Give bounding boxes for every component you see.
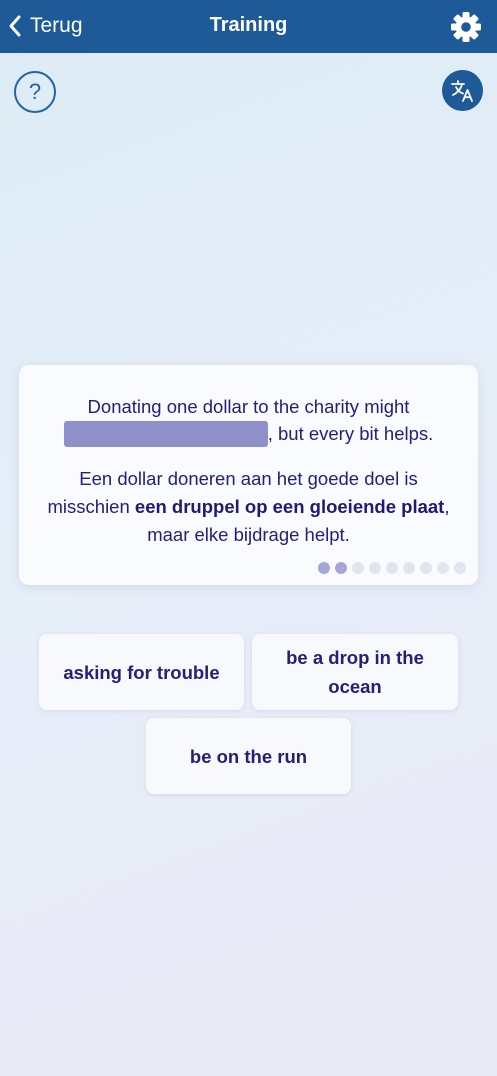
translation-idiom: een druppel op een gloeiende plaat [134, 496, 445, 517]
progress-dot [403, 562, 415, 574]
translate-icon [450, 79, 473, 102]
answer-option[interactable]: asking for trouble [39, 634, 244, 710]
exercise-sentence: Donating one dollar to the charity might… [39, 393, 458, 447]
question-icon: ? [28, 79, 42, 104]
progress-dot [437, 562, 449, 574]
answer-option-label: be on the run [189, 745, 308, 767]
progress-dot [386, 562, 398, 574]
progress-dot [352, 562, 364, 574]
progress-dot [420, 562, 432, 574]
translate-button[interactable] [442, 70, 483, 111]
page-title: Training [209, 14, 288, 36]
sentence-after-blank: , but every bit helps. [267, 423, 434, 444]
answer-option-label: be a drop in the ocean [286, 647, 424, 697]
answer-option-label: asking for trouble [63, 661, 220, 683]
sentence-before-blank: Donating one dollar to the charity might [87, 396, 410, 417]
translation-sentence: Een dollar doneren aan het goede doel is… [45, 465, 452, 549]
progress-dot [318, 562, 330, 574]
top-bar: Terug Training [0, 0, 497, 53]
progress-dot [454, 562, 466, 574]
answer-option[interactable]: be a drop in the ocean [252, 634, 458, 710]
answer-option[interactable]: be on the run [146, 718, 351, 794]
progress-dot [335, 562, 347, 574]
help-button[interactable]: ? [14, 71, 56, 113]
progress-dots [318, 562, 466, 574]
exercise-card: Donating one dollar to the charity might… [19, 365, 478, 585]
answer-blank [63, 421, 268, 447]
gear-icon [451, 12, 481, 42]
progress-dot [369, 562, 381, 574]
settings-button[interactable] [449, 10, 483, 44]
